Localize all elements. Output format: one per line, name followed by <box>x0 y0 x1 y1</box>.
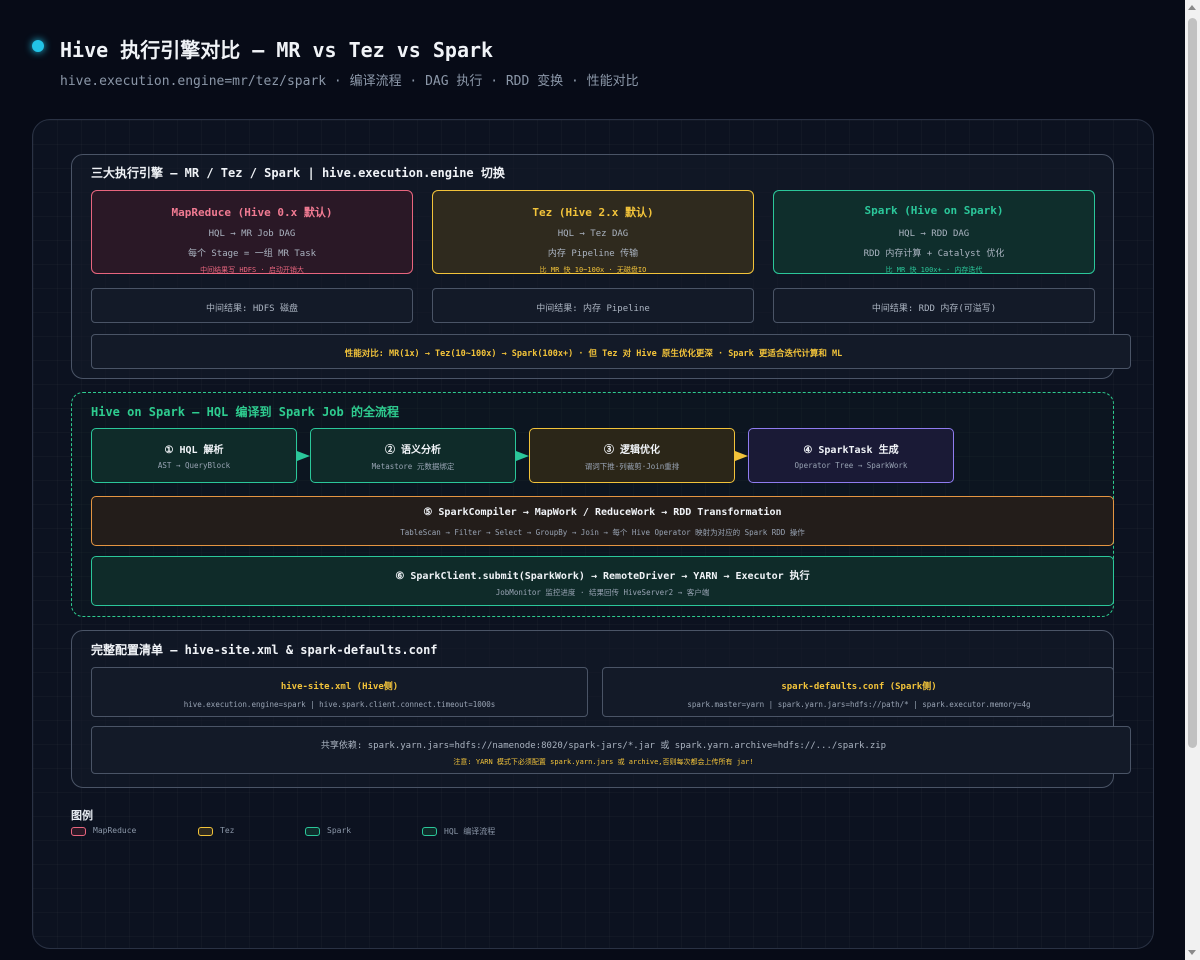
flow-step-6-sub: JobMonitor 监控进度 · 结果回传 HiveServer2 → 客户端 <box>495 588 710 597</box>
shared-dependency-text: 共享依赖: spark.yarn.jars=hdfs://namenode:80… <box>320 741 887 751</box>
spark-storage-box: 中间结果: RDD 内存(可溢写) <box>773 288 1095 323</box>
engines-group-title: 三大执行引擎 — MR / Tez / Spark | hive.executi… <box>91 166 505 180</box>
spark-card: Spark (Hive on Spark) HQL → RDD DAG RDD … <box>773 190 1095 274</box>
spark-name: Spark (Hive on Spark) <box>864 204 1004 217</box>
legend-label-spark: Spark <box>327 826 352 835</box>
flow-step-5-sub: TableScan → Filter → Select → GroupBy → … <box>400 528 805 537</box>
shared-dependency-box: 共享依赖: spark.yarn.jars=hdfs://namenode:80… <box>91 726 1131 774</box>
flow-step-1-sub: AST → QueryBlock <box>157 461 231 470</box>
flow-group-title: Hive on Spark — HQL 编译到 Spark Job 的全流程 <box>91 405 399 419</box>
arrow-right-icon <box>735 451 748 461</box>
spark-defaults-title: spark-defaults.conf (Spark侧) <box>781 682 937 692</box>
performance-comparison-box: 性能对比: MR(1x) → Tez(10~100x) → Spark(100x… <box>91 334 1131 369</box>
tez-note: 比 MR 快 10~100x · 无磁盘IO <box>539 266 647 274</box>
legend-swatch-mapreduce <box>71 827 86 836</box>
flow-step-4-sub: Operator Tree → SparkWork <box>794 461 908 470</box>
tez-storage-box: 中间结果: 内存 Pipeline <box>432 288 754 323</box>
page-title: Hive 执行引擎对比 — MR vs Tez vs Spark <box>60 38 494 62</box>
flow-step-6-title: ⑥ SparkClient.submit(SparkWork) → Remote… <box>395 571 810 582</box>
arrow-right-icon <box>516 451 529 461</box>
mapreduce-storage-box: 中间结果: HDFS 磁盘 <box>91 288 413 323</box>
legend-title: 图例 <box>71 809 93 822</box>
mapreduce-line2: 每个 Stage = 一组 MR Task <box>187 249 317 259</box>
flow-step-3-sub: 谓词下推·列裁剪·Join重排 <box>584 462 680 471</box>
flow-step-3: ③ 逻辑优化 谓词下推·列裁剪·Join重排 <box>529 428 735 483</box>
arrow-right-icon <box>297 451 310 461</box>
spark-storage-label: 中间结果: RDD 内存(可溢写) <box>871 304 997 314</box>
tez-line1: HQL → Tez DAG <box>557 229 629 239</box>
diagram-canvas: 三大执行引擎 — MR / Tez / Spark | hive.executi… <box>32 119 1154 949</box>
hive-site-title: hive-site.xml (Hive侧) <box>280 682 399 692</box>
flow-step-3-title: ③ 逻辑优化 <box>603 445 661 456</box>
shared-dependency-warning: 注意: YARN 模式下必须配置 spark.yarn.jars 或 archi… <box>453 758 754 766</box>
tez-card: Tez (Hive 2.x 默认) HQL → Tez DAG 内存 Pipel… <box>432 190 754 274</box>
legend-swatch-tez <box>198 827 213 836</box>
spark-defaults-box: spark-defaults.conf (Spark侧) spark.maste… <box>602 667 1114 717</box>
tez-storage-label: 中间结果: 内存 Pipeline <box>536 304 650 314</box>
spark-line1: HQL → RDD DAG <box>898 229 970 239</box>
flow-step-5: ⑤ SparkCompiler → MapWork / ReduceWork →… <box>91 496 1114 546</box>
hive-site-body: hive.execution.engine=spark | hive.spark… <box>183 700 496 709</box>
flow-step-5-title: ⑤ SparkCompiler → MapWork / ReduceWork →… <box>423 507 782 518</box>
spark-note: 比 MR 快 100x+ · 内存迭代 <box>885 266 983 274</box>
legend-label-hql-flow: HQL 编译流程 <box>444 827 496 836</box>
spark-line2: RDD 内存计算 + Catalyst 优化 <box>863 249 1005 259</box>
legend-swatch-spark <box>305 827 320 836</box>
spark-defaults-body: spark.master=yarn | spark.yarn.jars=hdfs… <box>687 700 1031 709</box>
legend-label-tez: Tez <box>220 826 235 835</box>
legend-item-mapreduce: MapReduce <box>71 826 181 838</box>
flow-step-4-title: ④ SparkTask 生成 <box>803 445 899 456</box>
config-group-title: 完整配置清单 — hive-site.xml & spark-defaults.… <box>91 643 438 657</box>
page-scrollbar[interactable] <box>1185 0 1200 960</box>
tez-name: Tez (Hive 2.x 默认) <box>532 206 654 219</box>
scroll-up-arrow-icon[interactable] <box>1188 5 1196 10</box>
mapreduce-name: MapReduce (Hive 0.x 默认) <box>171 206 333 219</box>
flow-step-4: ④ SparkTask 生成 Operator Tree → SparkWork <box>748 428 954 483</box>
performance-comparison-text: 性能对比: MR(1x) → Tez(10~100x) → Spark(100x… <box>344 349 843 359</box>
legend-item-hql-flow: HQL 编译流程 <box>422 826 542 838</box>
flow-step-2-title: ② 语义分析 <box>384 445 442 456</box>
scrollbar-thumb[interactable] <box>1188 18 1197 748</box>
flow-step-2-sub: Metastore 元数据绑定 <box>371 462 455 471</box>
mapreduce-card: MapReduce (Hive 0.x 默认) HQL → MR Job DAG… <box>91 190 413 274</box>
page-subtitle: hive.execution.engine=mr/tez/spark · 编译流… <box>60 74 639 89</box>
tez-line2: 内存 Pipeline 传输 <box>547 249 639 259</box>
flow-step-6: ⑥ SparkClient.submit(SparkWork) → Remote… <box>91 556 1114 606</box>
header-dot-icon <box>32 40 44 52</box>
flow-step-1-title: ① HQL 解析 <box>164 445 224 456</box>
scroll-down-arrow-icon[interactable] <box>1188 950 1196 955</box>
legend-item-spark: Spark <box>305 826 395 838</box>
flow-step-1: ① HQL 解析 AST → QueryBlock <box>91 428 297 483</box>
flow-step-2: ② 语义分析 Metastore 元数据绑定 <box>310 428 516 483</box>
mapreduce-line1: HQL → MR Job DAG <box>208 229 296 239</box>
legend-item-tez: Tez <box>198 826 278 838</box>
legend-swatch-hql-flow <box>422 827 437 836</box>
mapreduce-storage-label: 中间结果: HDFS 磁盘 <box>206 304 298 314</box>
mapreduce-note: 中间结果写 HDFS · 启动开销大 <box>200 266 304 274</box>
legend-label-mapreduce: MapReduce <box>93 826 137 835</box>
hive-site-box: hive-site.xml (Hive侧) hive.execution.eng… <box>91 667 588 717</box>
